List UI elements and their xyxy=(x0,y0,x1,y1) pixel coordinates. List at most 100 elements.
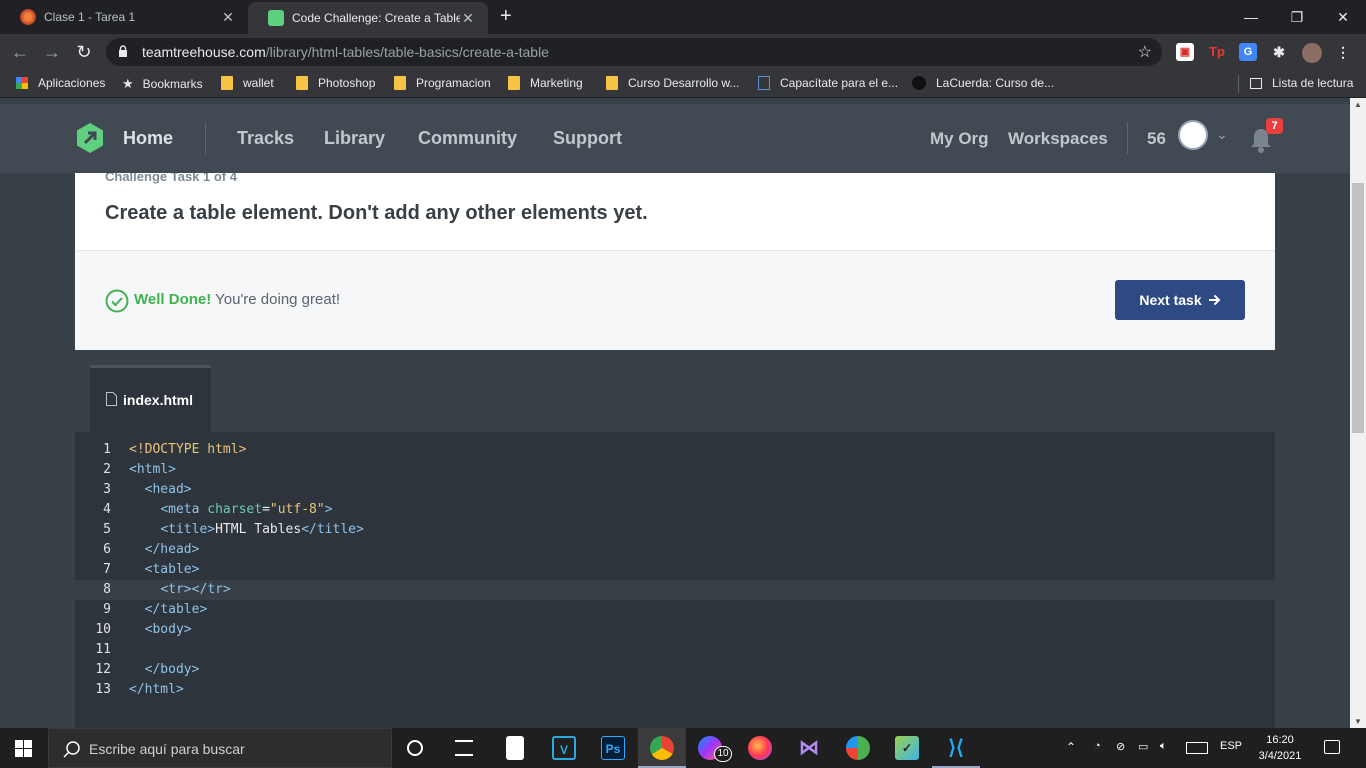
file-name: index.html xyxy=(123,392,194,408)
notifications-icon[interactable] xyxy=(1324,740,1340,754)
next-task-label: Next task xyxy=(1139,292,1202,308)
next-task-button[interactable]: Next task xyxy=(1115,280,1245,320)
challenge-step: Challenge Task 1 of 4 xyxy=(105,173,237,184)
success-message: Well Done! You're doing great! xyxy=(134,291,341,308)
volume-icon[interactable]: 🔈︎ xyxy=(1160,740,1167,753)
vscode-icon[interactable]: ⟩⟨ xyxy=(944,736,968,760)
sourcetree-icon[interactable]: ✓ xyxy=(895,736,919,760)
code-line[interactable]: 13 </html> xyxy=(75,680,1275,700)
user-avatar[interactable] xyxy=(1178,120,1208,150)
reading-list-icon xyxy=(1250,77,1262,89)
address-bar[interactable]: teamtreehouse.com/library/html-tables/ta… xyxy=(106,38,1162,66)
file-taskbar-icon[interactable] xyxy=(506,736,524,760)
reading-list[interactable]: Lista de lectura xyxy=(1250,76,1353,90)
close-tab-icon[interactable]: ✕ xyxy=(460,10,476,27)
line-number: 5 xyxy=(103,522,111,537)
windows-start-icon[interactable] xyxy=(15,740,32,757)
back-icon[interactable]: ← xyxy=(8,40,32,64)
scroll-up-icon[interactable]: ▲ xyxy=(1354,100,1362,109)
network-icon[interactable]: ◔ xyxy=(1094,740,1101,752)
browser-tab-code-challenge[interactable]: Code Challenge: Create a Table ✕ xyxy=(248,2,488,34)
wifi-off-icon[interactable]: ⊘ xyxy=(1116,740,1125,753)
visual-studio-icon[interactable]: ⋈ xyxy=(797,736,821,760)
nav-library[interactable]: Library xyxy=(324,128,385,149)
code-line[interactable]: 4 <meta charset="utf-8"> xyxy=(75,500,1275,520)
reload-icon[interactable]: ↻ xyxy=(72,40,96,64)
scroll-down-icon[interactable]: ▼ xyxy=(1354,717,1362,726)
chrome-icon[interactable] xyxy=(650,736,674,760)
apps-grid-icon xyxy=(16,77,28,89)
nav-home[interactable]: Home xyxy=(123,128,173,149)
browser-menu-icon[interactable]: ⋮ xyxy=(1334,43,1352,61)
code-line[interactable]: 7 <table> xyxy=(75,560,1275,580)
folder-icon xyxy=(221,76,233,90)
treehouse-logo-icon[interactable] xyxy=(74,122,106,154)
code-line[interactable]: 10 <body> xyxy=(75,620,1275,640)
bookmark-apps[interactable]: Aplicaciones xyxy=(16,76,105,90)
file-tab-index[interactable]: index.html xyxy=(90,365,211,432)
code-line[interactable]: 1 <!DOCTYPE html> xyxy=(75,440,1275,460)
code-editor[interactable]: 1 <!DOCTYPE html> 2 <html> 3 <head> 4 <meta c… xyxy=(75,432,1275,728)
code-line[interactable]: 6 </head> xyxy=(75,540,1275,560)
page-scrollbar[interactable]: ▲ ▼ xyxy=(1350,98,1366,728)
cortana-icon[interactable] xyxy=(407,740,423,756)
minimize-icon[interactable]: — xyxy=(1228,0,1274,34)
app-icon[interactable] xyxy=(846,736,870,760)
bookmark-programacion[interactable]: Programacion xyxy=(394,76,491,90)
code-line[interactable]: 2 <html> xyxy=(75,460,1275,480)
extension-tp-icon[interactable]: Tp xyxy=(1208,43,1226,61)
taskbar-search[interactable]: Escribe aquí para buscar xyxy=(48,728,392,768)
extension-icon[interactable]: ▣ xyxy=(1176,43,1194,61)
taskbar-clock[interactable]: 16:20 3/4/2021 xyxy=(1256,732,1304,764)
code-line[interactable]: 9 </table> xyxy=(75,600,1275,620)
code-line[interactable]: 11 xyxy=(75,640,1275,660)
google-translate-icon[interactable]: G xyxy=(1239,43,1257,61)
code-line[interactable]: 8 <tr></tr> xyxy=(75,580,1275,600)
scrollbar-thumb[interactable] xyxy=(1352,183,1364,433)
line-number: 11 xyxy=(95,642,111,657)
forward-icon[interactable]: → xyxy=(40,40,64,64)
firefox-icon[interactable] xyxy=(748,736,772,760)
task-view-icon[interactable] xyxy=(455,740,473,756)
maximize-icon[interactable]: ❐ xyxy=(1274,0,1320,34)
bookmark-bookmarks[interactable]: ★ Bookmarks xyxy=(122,76,203,92)
tab-favicon-icon xyxy=(20,9,36,25)
bookmark-photoshop[interactable]: Photoshop xyxy=(296,76,375,90)
input-language[interactable]: ESP xyxy=(1220,740,1242,752)
code-line[interactable]: 3 <head> xyxy=(75,480,1275,500)
reading-list-label: Lista de lectura xyxy=(1272,76,1354,90)
folder-icon xyxy=(606,76,618,90)
code-line[interactable]: 5 <title>HTML Tables</title> xyxy=(75,520,1275,540)
line-number: 4 xyxy=(103,502,111,517)
extensions-puzzle-icon[interactable]: ✱ xyxy=(1270,43,1288,61)
bookmark-wallet[interactable]: wallet xyxy=(221,76,274,90)
keyboard-icon[interactable] xyxy=(1186,742,1208,754)
close-tab-icon[interactable]: ✕ xyxy=(220,9,236,26)
code-line[interactable]: 12 </body> xyxy=(75,660,1275,680)
bookmark-curso-desarrollo[interactable]: Curso Desarrollo w... xyxy=(606,76,739,90)
nav-workspaces[interactable]: Workspaces xyxy=(1008,129,1108,149)
new-tab-button[interactable]: + xyxy=(500,5,512,28)
bookmark-marketing[interactable]: Marketing xyxy=(508,76,583,90)
challenge-page: Challenge Task 1 of 4 Create a table ele… xyxy=(0,173,1350,728)
nav-community[interactable]: Community xyxy=(418,128,517,149)
clock-date: 3/4/2021 xyxy=(1258,750,1302,762)
tray-chevron-up-icon[interactable]: ⌃ xyxy=(1066,740,1076,754)
line-number: 7 xyxy=(103,562,111,577)
bookmark-label: Photoshop xyxy=(318,76,376,90)
bookmark-star-icon[interactable]: ☆ xyxy=(1138,42,1152,62)
search-icon xyxy=(63,741,80,758)
vectornator-icon[interactable]: V xyxy=(552,736,576,760)
battery-icon[interactable]: ▭ xyxy=(1138,740,1148,753)
nav-my-org[interactable]: My Org xyxy=(930,129,989,149)
browser-tab-clase[interactable]: Clase 1 - Tarea 1 ✕ xyxy=(0,0,248,34)
nav-support[interactable]: Support xyxy=(553,128,622,149)
close-window-icon[interactable]: ✕ xyxy=(1320,0,1366,34)
nav-tracks[interactable]: Tracks xyxy=(237,128,294,149)
line-number: 3 xyxy=(103,482,111,497)
bookmark-lacuerda[interactable]: LaCuerda: Curso de... xyxy=(912,76,1054,90)
bookmark-capacitate[interactable]: Capacítate para el e... xyxy=(758,76,898,90)
profile-avatar[interactable] xyxy=(1302,43,1322,63)
photoshop-icon[interactable]: Ps xyxy=(601,736,625,760)
chevron-down-icon[interactable]: ⌄ xyxy=(1216,126,1228,143)
